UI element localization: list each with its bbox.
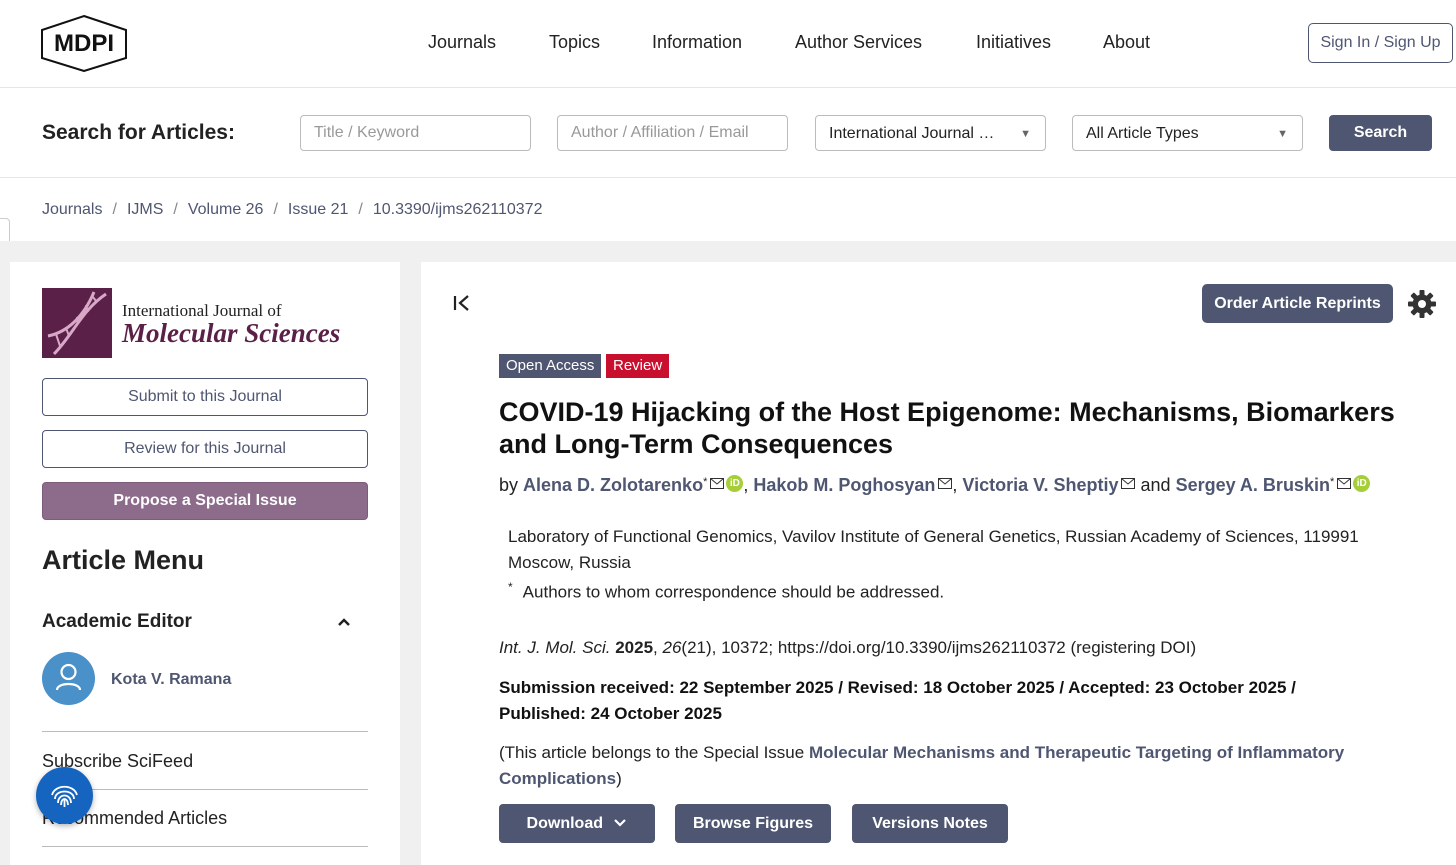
chevron-down-icon (607, 815, 627, 832)
author-link[interactable]: Hakob M. Poghosyan (753, 475, 935, 495)
author-link[interactable]: Alena D. Zolotarenko (523, 475, 703, 495)
dna-helix-icon (42, 288, 112, 358)
journal-name-line2: Molecular Sciences (122, 318, 341, 348)
citation: Int. J. Mol. Sci. 2025, 26(21), 10372; h… (499, 638, 1197, 657)
article-type-select[interactable]: All Article Types ▼ (1072, 115, 1303, 151)
by-label: by (499, 475, 519, 495)
article-menu-title: Article Menu (42, 545, 205, 575)
special-issue-prefix: (This article belongs to the Special Iss… (499, 743, 809, 762)
citation-year: 2025 (615, 638, 654, 657)
review-for-journal-button[interactable]: Review for this Journal (42, 430, 368, 468)
mail-icon[interactable] (938, 473, 953, 489)
breadcrumb-issue[interactable]: Issue 21 (288, 201, 348, 218)
special-issue-note: (This article belongs to the Special Iss… (499, 740, 1379, 792)
mail-icon[interactable] (1337, 473, 1352, 489)
journal-select-value: International Journal … (829, 125, 995, 142)
article-type-badge: Review (606, 354, 670, 378)
editor-avatar-icon[interactable] (42, 652, 95, 705)
author-affiliation-input[interactable]: Author / Affiliation / Email (557, 115, 788, 151)
dropdown-caret-icon: ▼ (1277, 128, 1288, 140)
author-link[interactable]: Victoria V. Sheptiy (962, 475, 1118, 495)
citation-rest[interactable]: (21), 10372; https://doi.org/10.3390/ijm… (681, 638, 1196, 657)
corresponding-mark: * (508, 580, 513, 594)
title-keyword-input[interactable]: Title / Keyword (300, 115, 531, 151)
nav-information[interactable]: Information (652, 32, 742, 53)
propose-special-issue-button[interactable]: Propose a Special Issue (42, 482, 368, 520)
open-access-badge[interactable]: Open Access (499, 354, 602, 378)
browse-figures-button[interactable]: Browse Figures (675, 804, 831, 843)
submit-to-journal-button[interactable]: Submit to this Journal (42, 378, 368, 416)
nav-initiatives[interactable]: Initiatives (976, 32, 1051, 53)
editor-name[interactable]: Kota V. Ramana (111, 671, 231, 689)
nav-author-services[interactable]: Author Services (795, 32, 922, 53)
top-navigation: MDPI Journals Topics Information Author … (0, 0, 1456, 88)
citation-journal: Int. J. Mol. Sci. (499, 638, 611, 657)
publication-dates: Submission received: 22 September 2025 /… (499, 678, 1296, 723)
mdpi-logo[interactable]: MDPI (40, 14, 128, 73)
order-reprints-button[interactable]: Order Article Reprints (1202, 284, 1393, 323)
author-list: by Alena D. Zolotarenko* iD, Hakob M. Pog… (499, 473, 1399, 496)
journal-logo[interactable]: International Journal of Molecular Scien… (42, 288, 342, 358)
divider (42, 731, 368, 732)
correspondence-note: * Authors to whom correspondence should b… (508, 580, 944, 603)
download-label: Download (526, 815, 603, 832)
orcid-icon[interactable]: iD (1353, 475, 1371, 492)
search-label: Search for Articles: (42, 121, 235, 144)
fingerprint-icon[interactable] (36, 767, 93, 824)
mail-icon[interactable] (1121, 473, 1136, 489)
citation-volume: 26 (662, 638, 682, 657)
journal-select[interactable]: International Journal … ▼ (815, 115, 1046, 151)
breadcrumb-ijms[interactable]: IJMS (127, 201, 163, 218)
orcid-icon[interactable]: iD (726, 475, 744, 492)
article-type-value: All Article Types (1086, 125, 1199, 142)
chevron-up-icon[interactable] (336, 614, 352, 630)
affiliation: Laboratory of Functional Genomics, Vavil… (508, 527, 1359, 572)
and-label: and (1140, 475, 1171, 495)
download-button[interactable]: Download (499, 804, 655, 843)
correspondence-text: Authors to whom correspondence should be… (522, 582, 945, 602)
mail-icon[interactable] (710, 473, 725, 489)
breadcrumb-doi: 10.3390/ijms262110372 (372, 201, 543, 218)
logo-text: MDPI (54, 30, 114, 57)
academic-editor-title[interactable]: Academic Editor (42, 611, 192, 633)
special-issue-suffix: ) (616, 769, 622, 788)
dropdown-caret-icon: ▼ (1020, 128, 1031, 140)
breadcrumb-volume[interactable]: Volume 26 (188, 201, 264, 218)
author-link[interactable]: Sergey A. Bruskin (1176, 475, 1330, 495)
breadcrumb-journals[interactable]: Journals (42, 201, 102, 218)
nav-journals[interactable]: Journals (428, 32, 496, 53)
breadcrumb: Journals / IJMS / Volume 26/Issue 21/10.3390… (42, 201, 543, 218)
corresponding-mark: * (1329, 476, 1335, 488)
article-search-bar: Search for Articles: Title / Keyword Aut… (0, 88, 1456, 178)
corresponding-mark: * (703, 476, 708, 488)
search-button[interactable]: Search (1329, 115, 1432, 151)
nav-topics[interactable]: Topics (549, 32, 600, 53)
versions-notes-button[interactable]: Versions Notes (852, 804, 1008, 843)
divider (42, 846, 368, 847)
article-main: Order Article Reprints Open Access Revie… (421, 262, 1456, 865)
collapse-sidebar-icon[interactable] (451, 292, 473, 314)
nav-about[interactable]: About (1103, 32, 1150, 53)
article-title: COVID-19 Hijacking of the Host Epigenome… (499, 397, 1395, 459)
gear-icon[interactable] (1407, 289, 1437, 319)
sign-in-button[interactable]: Sign In / Sign Up (1308, 23, 1453, 63)
